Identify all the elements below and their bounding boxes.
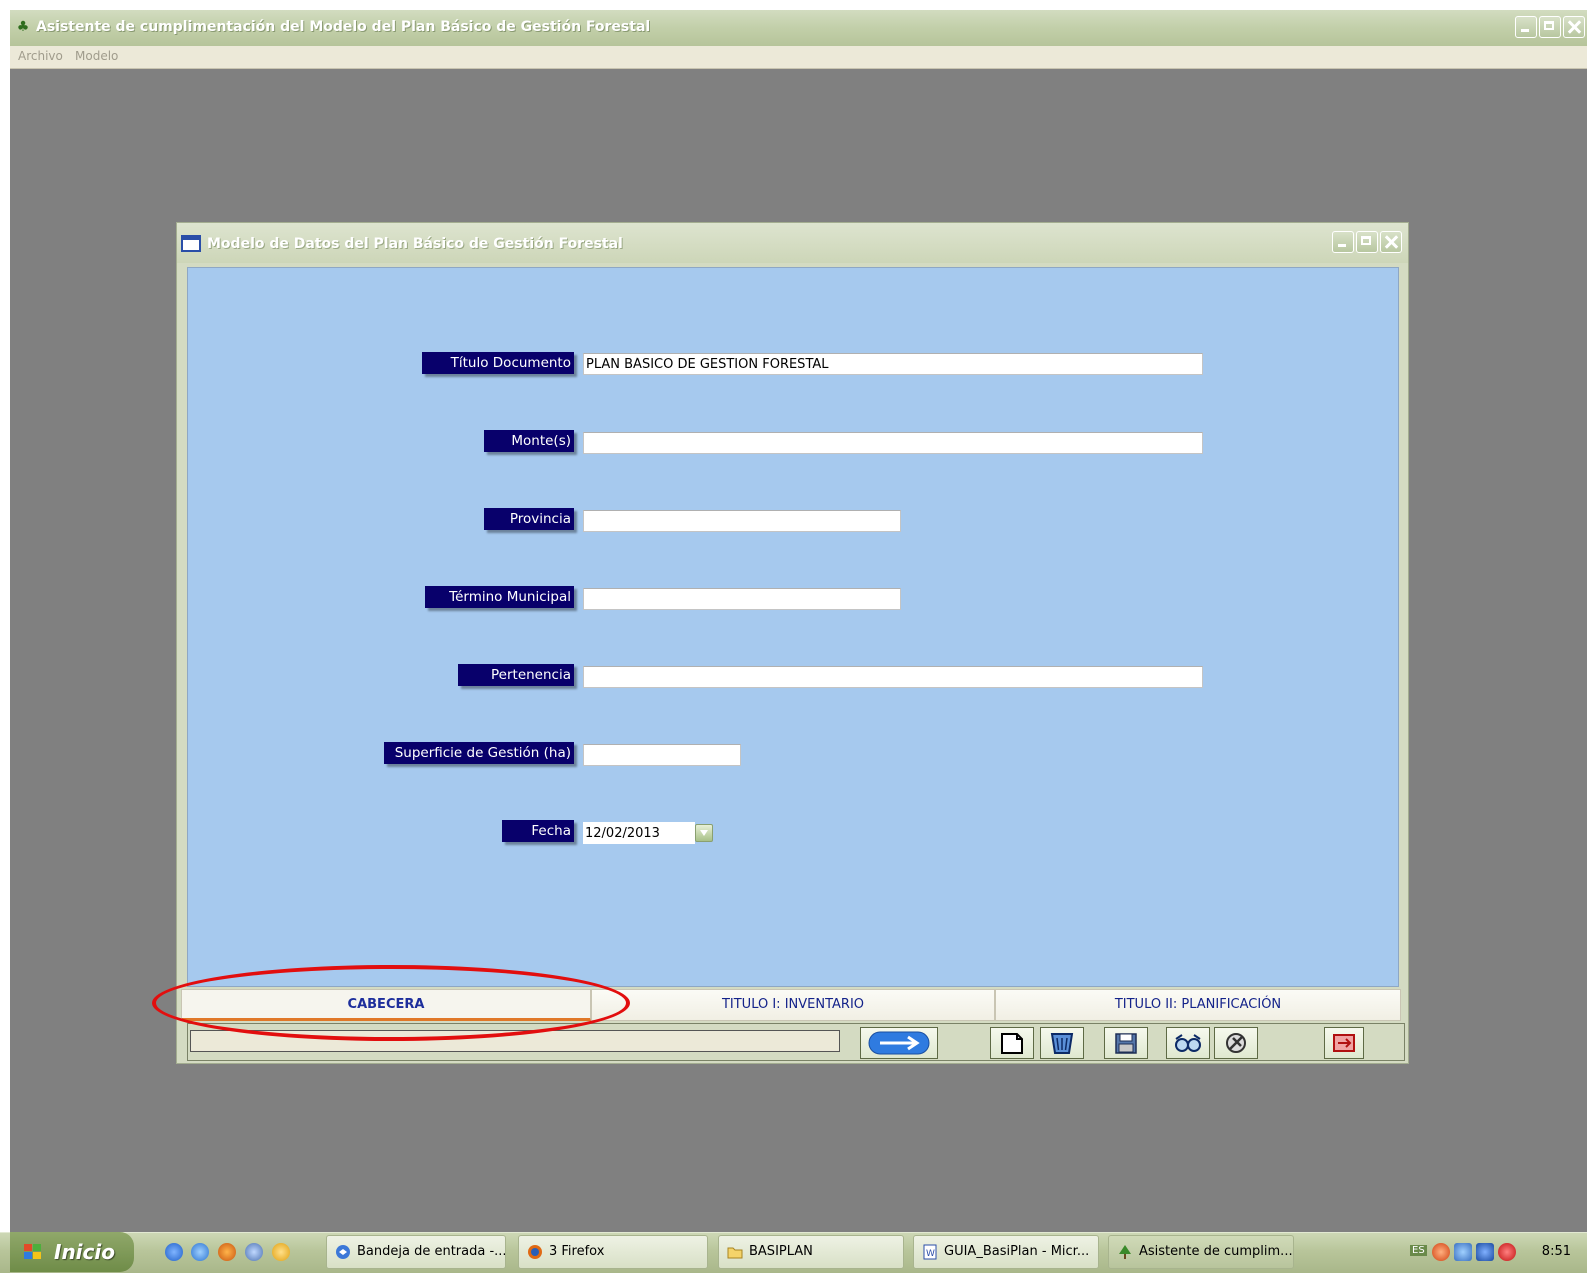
tray-monitor-icon[interactable] (1476, 1243, 1494, 1261)
tab-cabecera[interactable]: CABECERA (181, 989, 591, 1021)
menu-bar: Archivo Modelo (10, 46, 1587, 69)
taskbar-item-label: Bandeja de entrada -... (357, 1244, 506, 1259)
save-button[interactable] (1104, 1027, 1148, 1059)
clock: 8:51 (1541, 1244, 1571, 1259)
child-minimize-button[interactable] (1332, 231, 1354, 253)
date-dropdown-button[interactable] (695, 824, 713, 842)
menu-modelo[interactable]: Modelo (75, 49, 118, 63)
montes-label: Monte(s) (484, 430, 574, 452)
close-button[interactable] (1563, 16, 1585, 38)
child-title: Modelo de Datos del Plan Básico de Gesti… (207, 236, 623, 252)
next-arrow-icon (868, 1031, 930, 1055)
fecha-input[interactable] (583, 822, 695, 844)
word-document-icon: W (923, 1244, 937, 1260)
titulo-documento-input[interactable] (583, 353, 1203, 375)
app-titlebar[interactable]: ♣ Asistente de cumplimentación del Model… (10, 10, 1587, 46)
provincia-input[interactable] (583, 510, 901, 532)
view-button[interactable] (1166, 1027, 1210, 1059)
child-window-buttons (1332, 231, 1402, 253)
tab-titulo-i-inventario[interactable]: TITULO I: INVENTARIO (591, 989, 995, 1021)
titulo-documento-label: Título Documento (422, 352, 574, 374)
tray-antivirus-icon[interactable] (1498, 1243, 1516, 1261)
taskbar-item-label: 3 Firefox (549, 1244, 605, 1259)
delete-button[interactable] (1040, 1027, 1084, 1059)
pertenencia-label: Pertenencia (458, 664, 574, 686)
tab-titulo-ii-planificacion[interactable]: TITULO II: PLANIFICACIÓN (995, 989, 1401, 1021)
mail-icon (336, 1245, 350, 1259)
ie-quicklaunch-icon[interactable] (165, 1243, 183, 1261)
section-tabs: CABECERA TITULO I: INVENTARIO TITULO II:… (181, 989, 1401, 1022)
minimize-button[interactable] (1515, 16, 1537, 38)
media-quicklaunch-icon[interactable] (272, 1243, 290, 1261)
status-field (190, 1030, 840, 1052)
windows-flag-icon (24, 1244, 41, 1259)
tree-app-icon (1119, 1245, 1131, 1259)
superficie-gestion-input[interactable] (583, 744, 741, 766)
form-area: Título Documento Monte(s) Provincia Térm… (187, 267, 1399, 987)
start-button[interactable]: Inicio (10, 1232, 134, 1272)
montes-input[interactable] (583, 432, 1203, 454)
taskbar-item-bandeja[interactable]: Bandeja de entrada -... (326, 1235, 506, 1269)
new-button[interactable] (990, 1027, 1034, 1059)
firefox-quicklaunch-icon[interactable] (218, 1243, 236, 1261)
termino-municipal-label: Término Municipal (425, 586, 574, 608)
mail-quicklaunch-icon[interactable] (245, 1243, 263, 1261)
tools-button[interactable] (1214, 1027, 1258, 1059)
taskbar-item-label: BASIPLAN (749, 1244, 813, 1259)
taskbar-item-label: Asistente de cumplim... (1139, 1244, 1293, 1259)
tree-app-icon: ♣ (16, 19, 30, 35)
restore-button[interactable] (1539, 16, 1561, 38)
taskbar-item-guia[interactable]: W GUIA_BasiPlan - Micr... (913, 1235, 1099, 1269)
screen-left-margin (0, 0, 10, 1272)
taskbar-item-label: GUIA_BasiPlan - Micr... (944, 1244, 1090, 1259)
exit-button[interactable] (1324, 1027, 1364, 1059)
termino-municipal-input[interactable] (583, 588, 901, 610)
taskbar-item-asistente[interactable]: Asistente de cumplim... (1108, 1235, 1294, 1269)
taskbar-item-basiplan[interactable]: BASIPLAN (718, 1235, 904, 1269)
browser-quicklaunch-icon[interactable] (191, 1243, 209, 1261)
superficie-gestion-label: Superficie de Gestión (ha) (384, 742, 574, 764)
window-icon (181, 235, 201, 252)
pertenencia-input[interactable] (583, 666, 1203, 688)
new-document-icon (1001, 1033, 1023, 1054)
start-label: Inicio (54, 1240, 115, 1264)
child-titlebar[interactable]: Modelo de Datos del Plan Básico de Gesti… (177, 223, 1408, 263)
tray-update-icon[interactable] (1432, 1243, 1450, 1261)
child-window: Modelo de Datos del Plan Básico de Gesti… (176, 222, 1409, 1064)
svg-text:W: W (926, 1249, 935, 1259)
language-indicator[interactable]: ES (1410, 1245, 1427, 1256)
exit-icon (1333, 1034, 1355, 1052)
taskbar-item-firefox[interactable]: 3 Firefox (518, 1235, 708, 1269)
view-glasses-icon (1175, 1034, 1201, 1052)
app-window-buttons (1515, 16, 1585, 38)
folder-icon (727, 1247, 743, 1259)
app-title: Asistente de cumplimentación del Modelo … (36, 19, 651, 35)
provincia-label: Provincia (484, 508, 574, 530)
fecha-label: Fecha (502, 820, 574, 842)
next-button[interactable] (860, 1027, 938, 1059)
delete-bin-icon (1050, 1033, 1074, 1054)
menu-archivo[interactable]: Archivo (18, 49, 63, 63)
child-close-button[interactable] (1380, 231, 1402, 253)
bottom-toolbar (187, 1023, 1405, 1061)
save-disk-icon (1115, 1033, 1137, 1054)
tools-icon (1226, 1033, 1246, 1053)
firefox-icon (528, 1245, 542, 1259)
child-maximize-button[interactable] (1356, 231, 1378, 253)
tray-network-icon[interactable] (1454, 1243, 1472, 1261)
